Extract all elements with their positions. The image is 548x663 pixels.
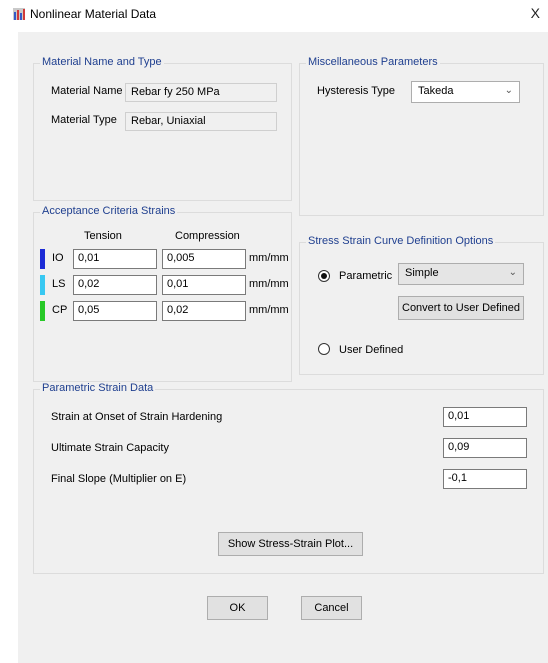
- io-label: IO: [52, 252, 64, 264]
- title-bar: Nonlinear Material Data X: [0, 0, 548, 30]
- cp-color-bar: [40, 301, 45, 321]
- misc-group-legend: Miscellaneous Parameters: [306, 56, 440, 68]
- tension-header: Tension: [84, 230, 122, 242]
- ls-label: LS: [52, 278, 66, 290]
- io-unit: mm/mm: [249, 252, 289, 264]
- close-icon[interactable]: X: [531, 5, 540, 21]
- parametric-strain-group: Parametric Strain Data Strain at Onset o…: [33, 382, 544, 574]
- ls-tension-input[interactable]: 0,02: [73, 275, 157, 295]
- curve-options-group: Stress Strain Curve Definition Options P…: [299, 235, 544, 375]
- acceptance-group: Acceptance Criteria Strains Tension Comp…: [33, 205, 292, 382]
- curve-options-legend: Stress Strain Curve Definition Options: [306, 235, 496, 247]
- io-compression-input[interactable]: 0,005: [162, 249, 246, 269]
- strain-hardening-input[interactable]: 0,01: [443, 407, 527, 427]
- final-slope-input[interactable]: -0,1: [443, 469, 527, 489]
- show-stress-strain-plot-button[interactable]: Show Stress-Strain Plot...: [218, 532, 363, 556]
- final-slope-label: Final Slope (Multiplier on E): [51, 473, 187, 485]
- acceptance-group-legend: Acceptance Criteria Strains: [40, 205, 178, 217]
- ls-unit: mm/mm: [249, 278, 289, 290]
- chevron-down-icon: ⌄: [504, 85, 513, 96]
- cancel-button[interactable]: Cancel: [301, 596, 362, 620]
- material-group-legend: Material Name and Type: [40, 56, 164, 68]
- hysteresis-select-value: Takeda: [418, 85, 454, 97]
- chevron-down-icon: ⌄: [508, 267, 517, 278]
- cp-tension-input[interactable]: 0,05: [73, 301, 157, 321]
- material-name-label: Material Name: [51, 85, 123, 97]
- cp-unit: mm/mm: [249, 304, 289, 316]
- convert-to-user-defined-button[interactable]: Convert to User Defined: [398, 296, 524, 320]
- parametric-label[interactable]: Parametric: [339, 270, 392, 282]
- hysteresis-select[interactable]: Takeda ⌄: [411, 81, 520, 103]
- app-icon: [13, 8, 25, 20]
- cp-label: CP: [52, 304, 68, 316]
- ok-button[interactable]: OK: [207, 596, 268, 620]
- window-title: Nonlinear Material Data: [30, 7, 157, 21]
- cp-compression-input[interactable]: 0,02: [162, 301, 246, 321]
- user-defined-label[interactable]: User Defined: [339, 344, 403, 356]
- compression-header: Compression: [175, 230, 240, 242]
- parametric-strain-legend: Parametric Strain Data: [40, 382, 156, 394]
- user-defined-radio[interactable]: [318, 343, 330, 355]
- ultimate-strain-label: Ultimate Strain Capacity: [51, 442, 169, 454]
- dialog-body: Material Name and Type Material Name Reb…: [18, 32, 548, 663]
- material-group: Material Name and Type Material Name Reb…: [33, 56, 292, 201]
- strain-hardening-label: Strain at Onset of Strain Hardening: [51, 411, 223, 423]
- material-name-field: Rebar fy 250 MPa: [125, 83, 277, 102]
- misc-group: Miscellaneous Parameters Hysteresis Type…: [299, 56, 544, 216]
- ls-compression-input[interactable]: 0,01: [162, 275, 246, 295]
- io-tension-input[interactable]: 0,01: [73, 249, 157, 269]
- dialog-window: Nonlinear Material Data X Material Name …: [0, 0, 548, 663]
- parametric-radio[interactable]: [318, 270, 330, 282]
- io-color-bar: [40, 249, 45, 269]
- material-type-field: Rebar, Uniaxial: [125, 112, 277, 131]
- hysteresis-label: Hysteresis Type: [317, 85, 396, 97]
- material-type-label: Material Type: [51, 114, 117, 126]
- parametric-type-select[interactable]: Simple ⌄: [398, 263, 524, 285]
- ls-color-bar: [40, 275, 45, 295]
- parametric-type-value: Simple: [405, 267, 439, 279]
- ultimate-strain-input[interactable]: 0,09: [443, 438, 527, 458]
